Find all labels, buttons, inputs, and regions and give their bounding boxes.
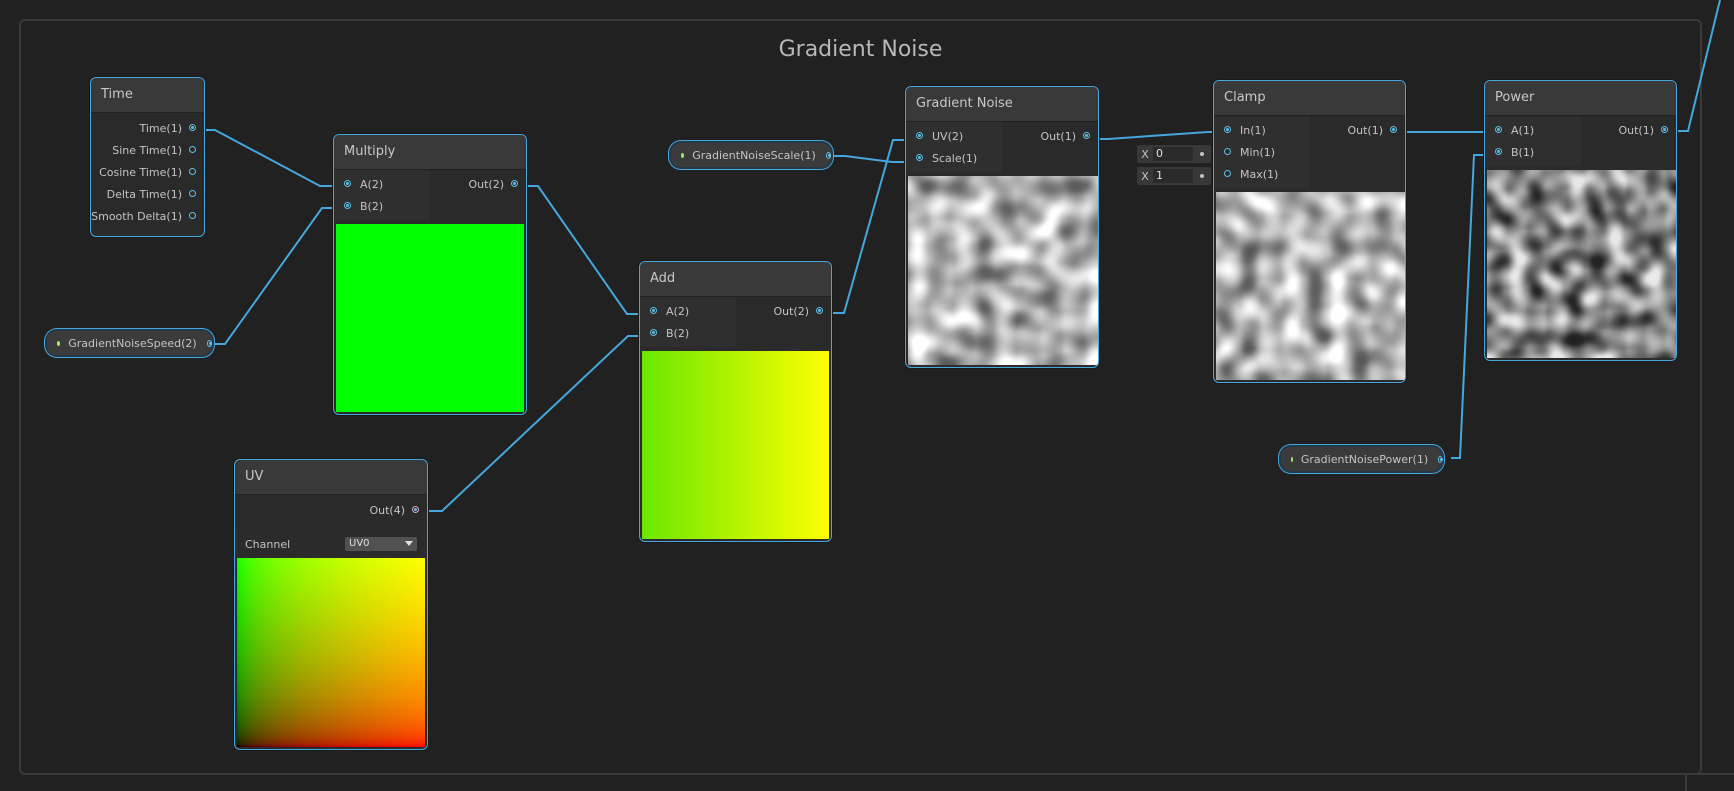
noise-input-uv[interactable]: UV(2) xyxy=(906,125,1002,147)
port-dot-icon[interactable] xyxy=(1495,148,1502,155)
offscreen-group-edge xyxy=(1685,773,1734,791)
multiply-input-b[interactable]: B(2) xyxy=(334,195,430,217)
channel-label: Channel xyxy=(245,537,291,551)
time-node-title[interactable]: Time xyxy=(91,78,204,113)
time-output-sine[interactable]: Sine Time(1) xyxy=(91,139,204,161)
port-dot-icon[interactable] xyxy=(1083,132,1090,139)
clamp-node-title[interactable]: Clamp xyxy=(1214,81,1405,116)
time-output-smooth-delta[interactable]: Smooth Delta(1) xyxy=(91,205,204,227)
clamp-max-field[interactable]: X 1 xyxy=(1137,167,1211,185)
add-ports: A(2) B(2) Out(2) xyxy=(640,297,831,347)
multiply-node-title[interactable]: Multiply xyxy=(334,135,526,170)
uv-gradient-canvas xyxy=(237,558,425,747)
add-node-title[interactable]: Add xyxy=(640,262,831,297)
clamp-input-in[interactable]: In(1) xyxy=(1214,119,1310,141)
gradient-noise-speed-property[interactable]: GradientNoiseSpeed(2) xyxy=(45,329,214,357)
port-dot-icon[interactable] xyxy=(1224,126,1231,133)
time-outputs: Time(1) Sine Time(1) Cosine Time(1) Delt… xyxy=(91,113,204,230)
port-dot-icon[interactable] xyxy=(344,202,351,209)
multiply-preview xyxy=(336,224,524,412)
clamp-max-value[interactable]: 1 xyxy=(1153,169,1193,183)
clamp-input-max[interactable]: Max(1) xyxy=(1214,163,1310,185)
port-dot-icon[interactable] xyxy=(189,146,196,153)
edge-dot-icon xyxy=(1200,152,1204,156)
gradient-noise-power-property[interactable]: GradientNoisePower(1) xyxy=(1279,445,1444,473)
uv-output[interactable]: Out(4) xyxy=(235,499,427,521)
clamp-input-min[interactable]: Min(1) xyxy=(1214,141,1310,163)
add-input-a[interactable]: A(2) xyxy=(640,300,736,322)
port-dot-icon[interactable] xyxy=(189,124,196,131)
noise-input-scale[interactable]: Scale(1) xyxy=(906,147,1002,169)
property-dot-icon xyxy=(57,340,61,346)
port-dot-icon[interactable] xyxy=(916,154,923,161)
port-dot-icon[interactable] xyxy=(1661,126,1668,133)
gradient-noise-node[interactable]: Gradient Noise UV(2) Scale(1) Out(1) xyxy=(905,86,1099,368)
add-input-b[interactable]: B(2) xyxy=(640,322,736,344)
port-dot-icon[interactable] xyxy=(1224,170,1231,177)
clamp-min-field[interactable]: X 0 xyxy=(1137,145,1211,163)
property-dot-icon xyxy=(681,152,685,158)
port-dot-icon[interactable] xyxy=(825,151,831,159)
multiply-ports: A(2) B(2) Out(2) xyxy=(334,170,526,220)
chevron-down-icon xyxy=(405,541,413,546)
multiply-output[interactable]: Out(2) xyxy=(430,173,526,195)
multiply-input-a[interactable]: A(2) xyxy=(334,173,430,195)
port-dot-icon[interactable] xyxy=(916,132,923,139)
port-dot-icon[interactable] xyxy=(412,506,419,513)
uv-node[interactable]: UV Out(4) Channel UV0 xyxy=(234,459,428,750)
port-dot-icon[interactable] xyxy=(189,212,196,219)
clamp-node[interactable]: Clamp In(1) Min(1) Max(1) Out(1) xyxy=(1213,80,1406,383)
edge-dot-icon xyxy=(1200,174,1204,178)
noise-output[interactable]: Out(1) xyxy=(1002,125,1098,147)
noise-preview xyxy=(908,176,1098,365)
group-title[interactable]: Gradient Noise xyxy=(21,37,1700,62)
gradient-noise-ports: UV(2) Scale(1) Out(1) xyxy=(906,122,1098,172)
port-dot-icon[interactable] xyxy=(650,307,657,314)
port-dot-icon[interactable] xyxy=(816,307,823,314)
clamp-output[interactable]: Out(1) xyxy=(1310,119,1406,141)
port-dot-icon[interactable] xyxy=(1224,148,1231,155)
port-dot-icon[interactable] xyxy=(1390,126,1397,133)
port-dot-icon[interactable] xyxy=(1495,126,1502,133)
power-preview xyxy=(1487,170,1676,358)
clamp-preview xyxy=(1216,192,1405,380)
port-dot-icon[interactable] xyxy=(206,339,212,347)
gradient-noise-node-title[interactable]: Gradient Noise xyxy=(906,87,1098,122)
power-output[interactable]: Out(1) xyxy=(1581,119,1677,141)
power-node-title[interactable]: Power xyxy=(1485,81,1676,116)
port-dot-icon[interactable] xyxy=(1438,455,1443,463)
time-output-cosine[interactable]: Cosine Time(1) xyxy=(91,161,204,183)
time-output-delta[interactable]: Delta Time(1) xyxy=(91,183,204,205)
uv-node-title[interactable]: UV xyxy=(235,460,427,495)
port-dot-icon[interactable] xyxy=(344,180,351,187)
power-node[interactable]: Power A(1) B(1) Out(1) xyxy=(1484,80,1677,361)
property-dot-icon xyxy=(1291,456,1293,462)
clamp-ports: In(1) Min(1) Max(1) Out(1) xyxy=(1214,116,1405,188)
add-output[interactable]: Out(2) xyxy=(736,300,832,322)
add-node[interactable]: Add A(2) B(2) Out(2) xyxy=(639,261,832,542)
uv-preview xyxy=(237,558,425,747)
power-ports: A(1) B(1) Out(1) xyxy=(1485,116,1676,166)
clamp-min-value[interactable]: 0 xyxy=(1153,147,1193,161)
power-input-a[interactable]: A(1) xyxy=(1485,119,1581,141)
port-dot-icon[interactable] xyxy=(189,168,196,175)
port-dot-icon[interactable] xyxy=(650,329,657,336)
port-dot-icon[interactable] xyxy=(189,190,196,197)
multiply-node[interactable]: Multiply A(2) B(2) Out(2) xyxy=(333,134,527,415)
power-input-b[interactable]: B(1) xyxy=(1485,141,1581,163)
uv-channel-row: Channel UV0 xyxy=(235,530,427,558)
port-dot-icon[interactable] xyxy=(511,180,518,187)
add-preview xyxy=(642,351,829,539)
time-node[interactable]: Time Time(1) Sine Time(1) Cosine Time(1)… xyxy=(90,77,205,237)
time-output-time[interactable]: Time(1) xyxy=(91,117,204,139)
channel-dropdown[interactable]: UV0 xyxy=(345,537,417,551)
gradient-noise-scale-property[interactable]: GradientNoiseScale(1) xyxy=(669,141,833,169)
